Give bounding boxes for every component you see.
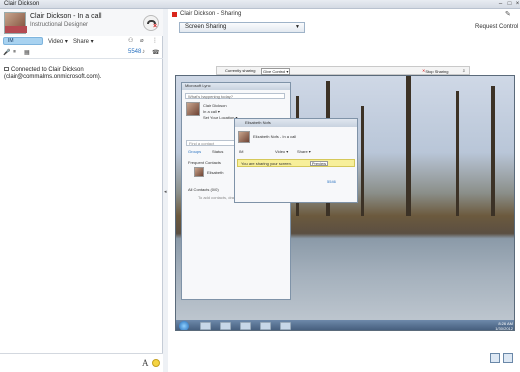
call-controls: 🎤 ⏸ ▦ 5548 ♪ ☎ xyxy=(0,48,163,59)
stage-header: Clair Dickson - Sharing ✎ xyxy=(168,9,520,19)
collapse-arrow-icon[interactable]: ◂ xyxy=(164,189,167,195)
shared-conv-name: Elizabeth Nofs - In a call xyxy=(253,134,297,139)
ie-icon xyxy=(220,322,231,330)
video-button[interactable]: Video ▾ xyxy=(48,38,68,45)
message-input[interactable]: A xyxy=(0,353,163,372)
dialpad-icon[interactable]: ▦ xyxy=(24,49,30,56)
sharing-indicator-icon xyxy=(172,12,177,17)
onenote-icon xyxy=(200,322,211,330)
lync-icon xyxy=(260,322,271,330)
shared-conv-video: Video ▾ xyxy=(275,149,289,154)
share-toolbar: Currently sharing Give Control ▾ ✕ Stop … xyxy=(216,66,470,75)
windows-start-icon xyxy=(179,321,189,330)
shared-frequent-contact: Elisabeth xyxy=(207,170,224,175)
shared-conv-count: 5546 xyxy=(327,179,336,184)
close-button[interactable]: × xyxy=(513,1,520,8)
mic-icon[interactable]: 🎤 xyxy=(3,49,10,56)
give-control-button[interactable]: Give Control ▾ xyxy=(261,68,291,75)
end-call-button[interactable]: × xyxy=(143,15,159,31)
stage-dropdown-value: Screen Sharing xyxy=(185,24,227,30)
shared-desktop-view[interactable]: Microsoft Lync What's happening today? C… xyxy=(175,75,515,331)
shared-sharing-notice: You are sharing your screen. Preview xyxy=(237,159,355,167)
device-icon[interactable]: ♪ xyxy=(142,49,145,55)
stop-sharing-label: Stop Sharing xyxy=(425,69,449,74)
shared-conv-avatar xyxy=(238,131,250,143)
contact-name-status: Clair Dickson - In a call xyxy=(30,13,102,20)
shared-location: Set Your Location ▾ xyxy=(203,115,238,120)
clock-date: 1/30/2012 xyxy=(495,326,513,331)
shared-group-all: All Contacts (0/0) xyxy=(188,187,219,192)
currently-sharing-label: Currently sharing xyxy=(225,68,256,73)
request-control-link[interactable]: Request Control xyxy=(475,24,518,30)
shared-tab-status: Status xyxy=(212,149,224,154)
message-icon xyxy=(4,67,9,72)
more-options-icon[interactable]: ⋮ xyxy=(152,37,158,44)
avatar[interactable] xyxy=(4,12,27,34)
conversation-log: Connected to Clair Dickson (clair@commal… xyxy=(4,67,159,81)
system-message: Connected to Clair Dickson (clair@commal… xyxy=(4,67,102,80)
emoticon-icon[interactable] xyxy=(152,359,160,367)
shared-conversation-window: Elisabeth Nofs Elizabeth Nofs - In a cal… xyxy=(234,118,358,203)
shared-avatar xyxy=(186,102,200,116)
sharing-stage: Clair Dickson - Sharing ✎ Screen Sharing… xyxy=(168,9,520,372)
shared-tab-groups: Groups xyxy=(188,149,202,154)
stage-dropdown[interactable]: Screen Sharing ▼ xyxy=(179,22,305,33)
pin-toolbar-icon[interactable]: ⇩ xyxy=(462,68,465,73)
shared-lync-title: Microsoft Lync xyxy=(182,83,290,90)
contact-title: Instructional Designer xyxy=(30,22,89,28)
phone-transfer-icon[interactable]: ☎ xyxy=(152,49,159,56)
chevron-down-icon: ▼ xyxy=(295,24,300,30)
participant-count: 5548 xyxy=(128,49,142,55)
window-title: Clair Dickson xyxy=(4,1,40,7)
stage-title: Clair Dickson - Sharing xyxy=(180,11,242,17)
close-icon: × xyxy=(153,23,158,30)
fit-view-icon[interactable] xyxy=(490,353,500,363)
shared-presence: In a call ▾ xyxy=(203,109,220,114)
shared-conv-im: IM xyxy=(239,149,244,154)
shared-conv-title: Elisabeth Nofs xyxy=(235,119,357,127)
folder-icon xyxy=(240,322,251,330)
shared-status-input: What's happening today? xyxy=(185,93,285,99)
share-button[interactable]: Share ▾ xyxy=(73,38,94,45)
taskbar-clock: 8:26 AM 1/30/2012 xyxy=(495,321,513,331)
contact-header: Clair Dickson - In a call Instructional … xyxy=(0,9,163,36)
shared-group-frequent: Frequent Contacts xyxy=(188,160,221,165)
modality-bar: IM Video ▾ Share ▾ ⚇ ⌀ ⋮ xyxy=(0,37,163,46)
shared-contact-avatar xyxy=(194,167,204,177)
attachment-icon[interactable]: ⌀ xyxy=(140,37,144,44)
shared-taskbar: 8:26 AM 1/30/2012 xyxy=(176,320,514,331)
im-tab-label: IM xyxy=(8,38,14,44)
pin-icon[interactable]: ✎ xyxy=(505,10,511,18)
font-icon[interactable]: A xyxy=(142,358,149,368)
media-icon xyxy=(280,322,291,330)
minimize-button[interactable]: – xyxy=(496,1,505,8)
hold-icon[interactable]: ⏸ xyxy=(13,49,16,56)
stop-sharing-button[interactable]: ✕ Stop Sharing xyxy=(422,68,449,74)
conversation-pane: Clair Dickson - In a call Instructional … xyxy=(0,9,163,372)
people-icon[interactable]: ⚇ xyxy=(128,37,133,44)
shared-sharing-text: You are sharing your screen. xyxy=(241,161,292,166)
shared-conv-share: Share ▾ xyxy=(297,149,311,154)
shared-preview-button: Preview xyxy=(310,161,328,166)
shared-name: Clair Dickson xyxy=(203,103,227,108)
im-tab[interactable]: IM xyxy=(3,37,43,45)
window-titlebar: Clair Dickson – □ × xyxy=(0,0,520,9)
fullscreen-icon[interactable] xyxy=(503,353,513,363)
